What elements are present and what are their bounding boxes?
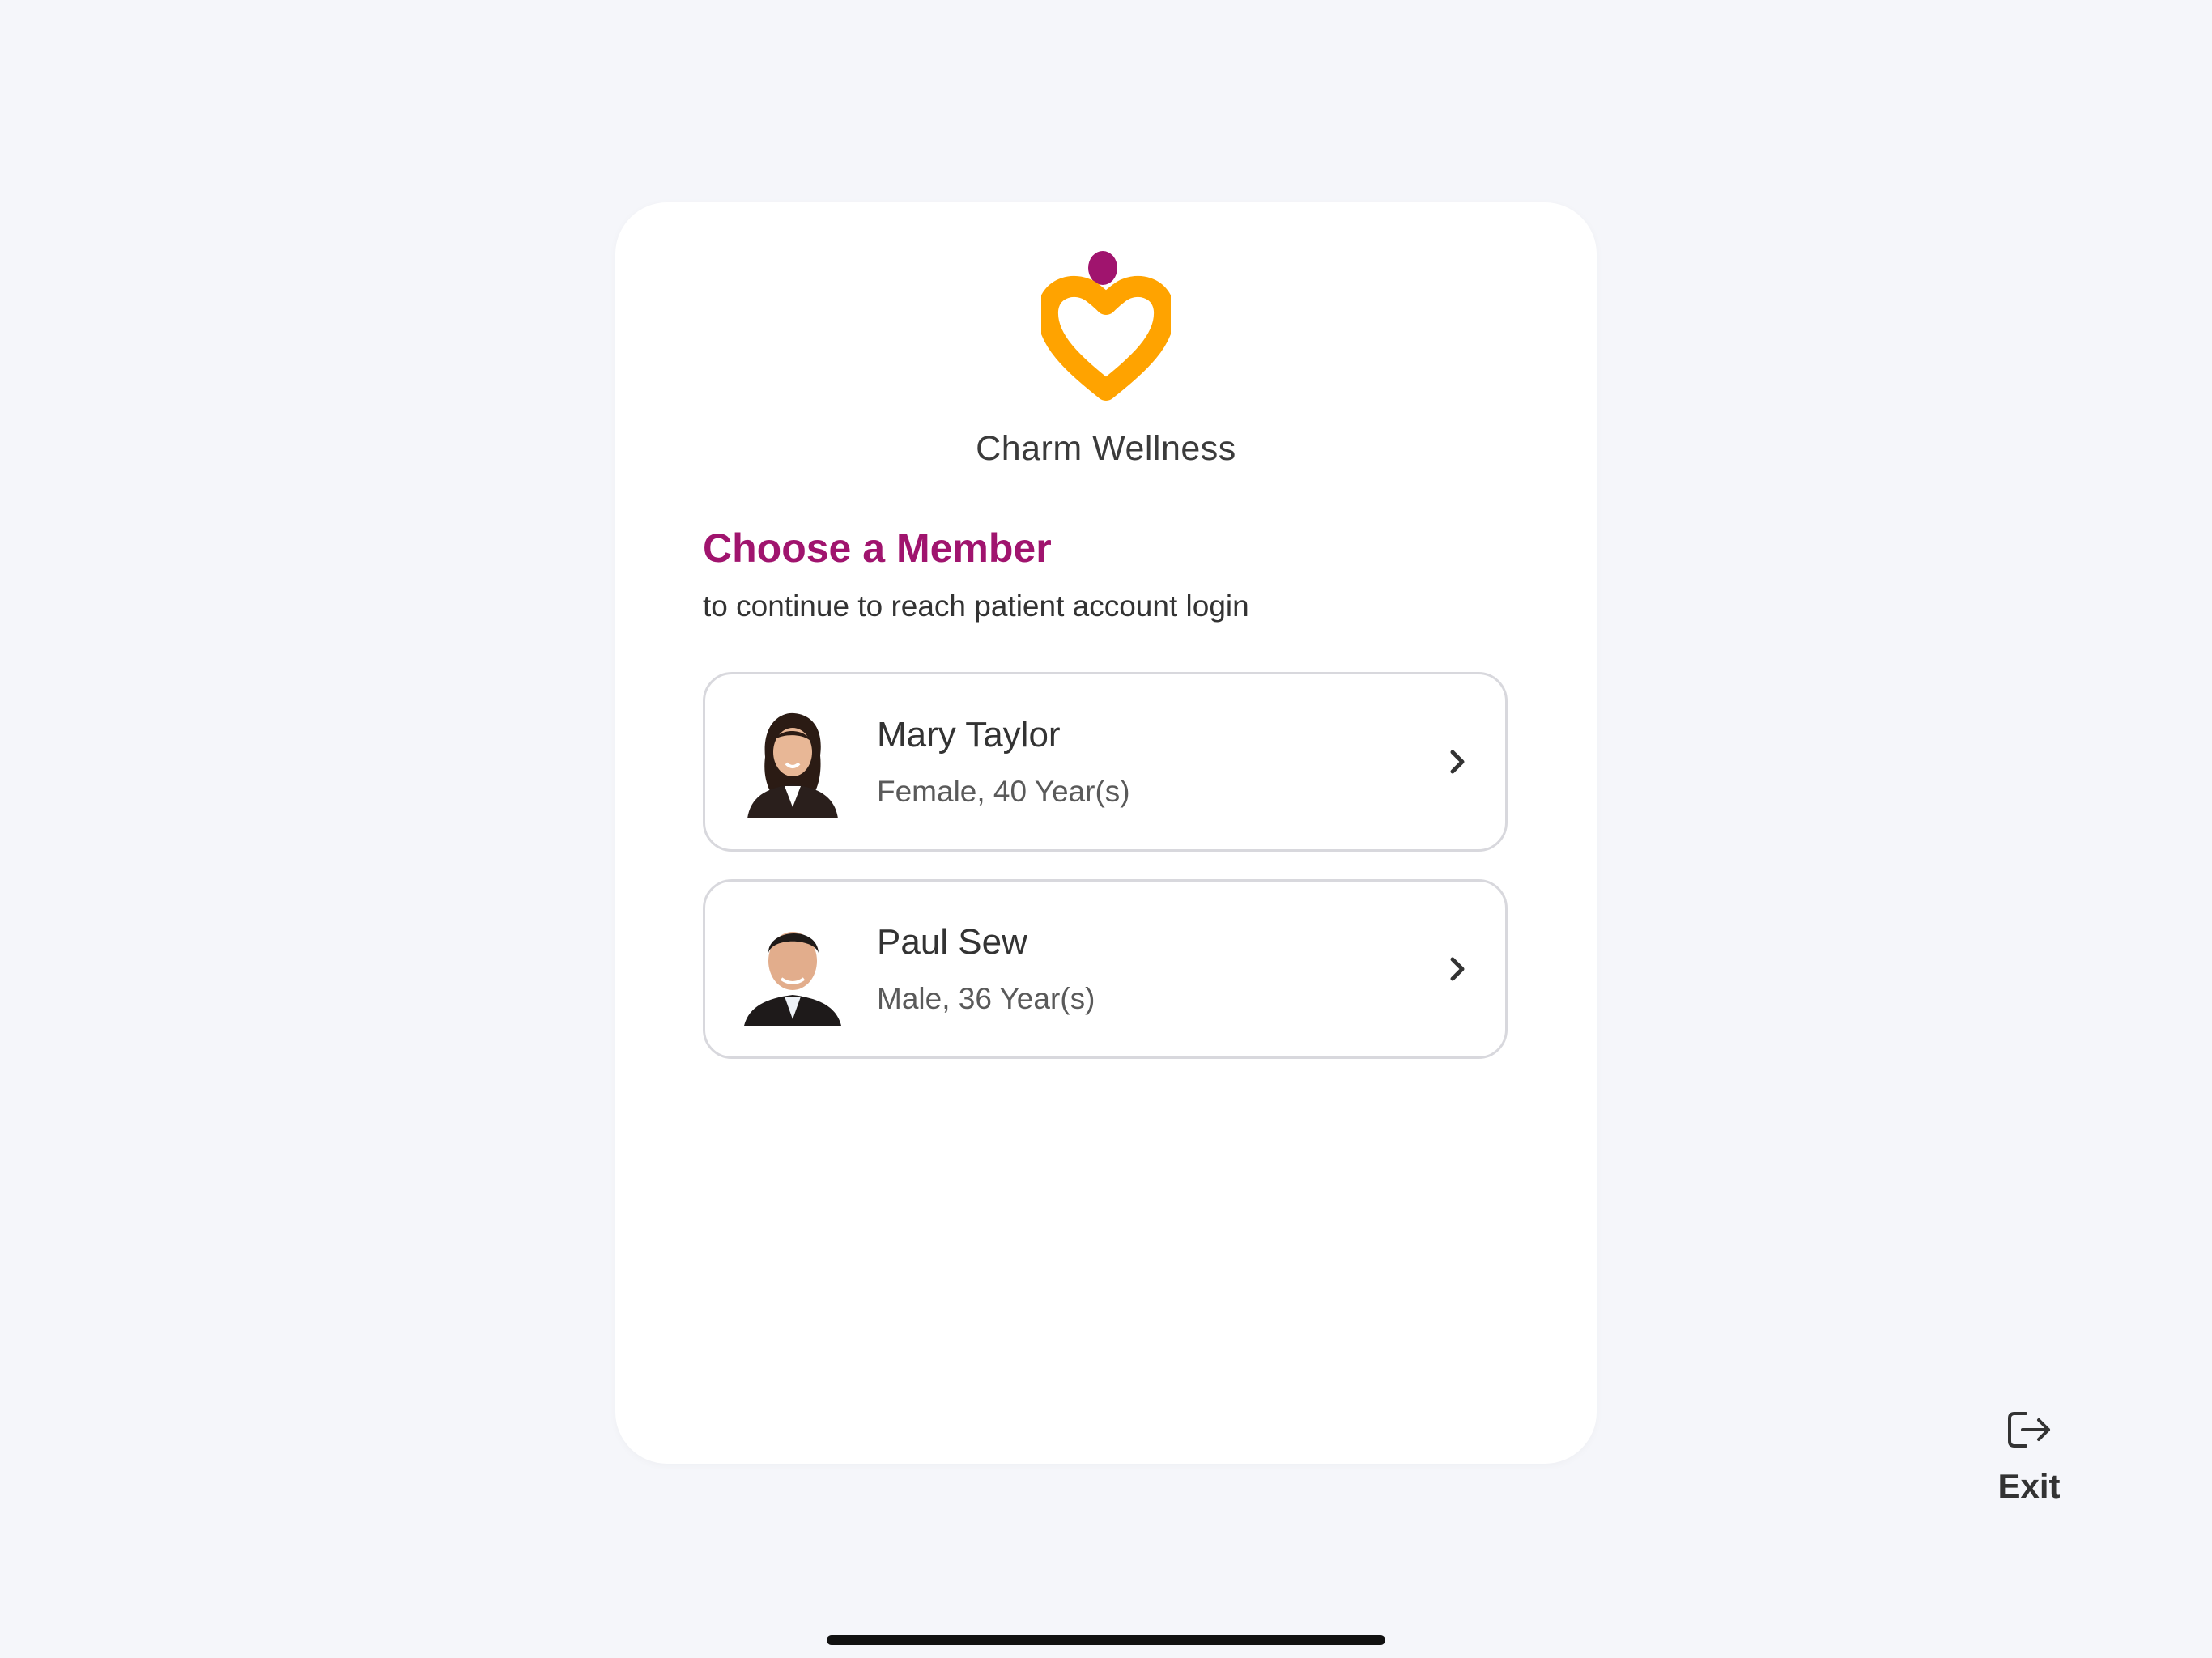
exit-button[interactable]: Exit [1980, 1404, 2078, 1506]
member-details: Male, 36 Year(s) [877, 982, 1095, 1015]
home-indicator[interactable] [827, 1635, 1385, 1645]
member-name: Paul Sew [877, 922, 1027, 962]
male-avatar [741, 914, 843, 1026]
heart-person-logo [1041, 251, 1171, 401]
page-subtitle: to continue to reach patient account log… [703, 589, 1249, 623]
member-details: Female, 40 Year(s) [877, 775, 1130, 808]
exit-icon [2008, 1412, 2050, 1448]
female-avatar [741, 707, 843, 818]
member-name: Mary Taylor [877, 715, 1061, 755]
exit-label: Exit [1997, 1467, 2061, 1505]
member-card-paul-sew[interactable]: Paul Sew Male, 36 Year(s) [703, 879, 1508, 1059]
member-card-mary-taylor[interactable]: Mary Taylor Female, 40 Year(s) [703, 672, 1508, 852]
chevron-right-icon [1450, 957, 1465, 981]
member-selection-card: Charm Wellness Choose a Member to contin… [615, 202, 1597, 1464]
page-title: Choose a Member [703, 525, 1052, 571]
chevron-right-icon [1450, 750, 1465, 774]
brand-name: Charm Wellness [976, 429, 1236, 468]
